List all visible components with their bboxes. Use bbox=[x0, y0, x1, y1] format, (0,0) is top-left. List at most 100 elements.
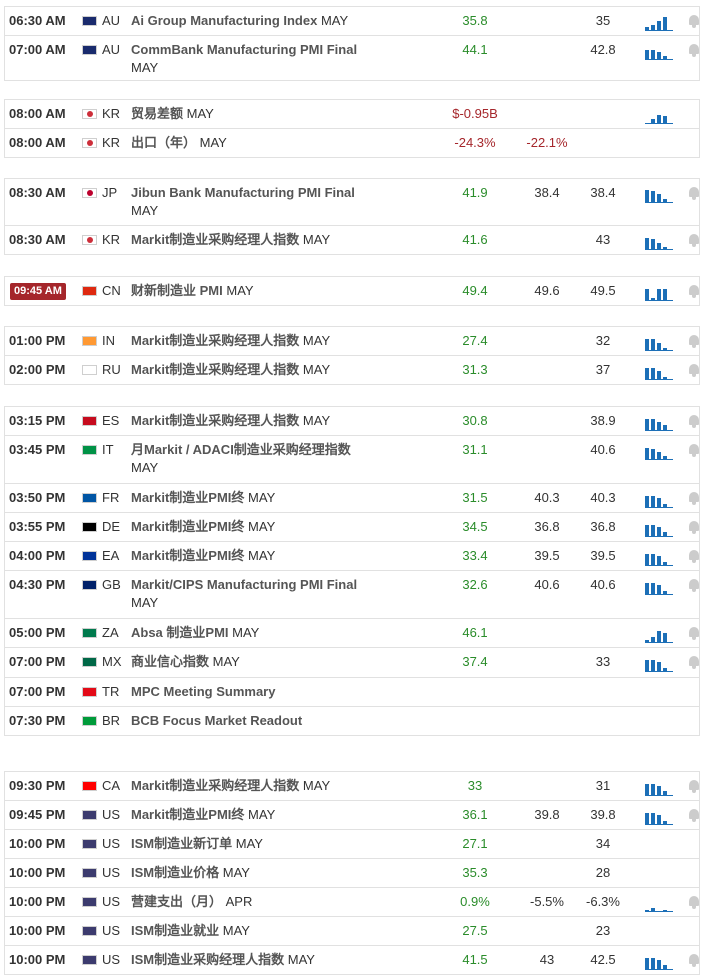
bell-icon[interactable] bbox=[688, 520, 700, 534]
bell-icon[interactable] bbox=[688, 655, 700, 669]
table-row[interactable]: 04:00 PM EA Markit制造业PMI终 MAY 33.4 39.5 39.5 bbox=[5, 541, 699, 570]
table-row[interactable]: 07:30 PM BR BCB Focus Market Readout bbox=[5, 706, 699, 735]
history-chart-icon[interactable] bbox=[645, 492, 673, 508]
table-row[interactable]: 08:00 AM KR 贸易差额 MAY $-0.95B bbox=[5, 99, 699, 128]
table-row[interactable]: 03:45 PM IT 月Markit / ADACI制造业采购经理指数 MAY 31… bbox=[5, 435, 699, 483]
event-name[interactable]: BCB Focus Market Readout bbox=[131, 712, 366, 730]
bell-icon[interactable] bbox=[688, 414, 700, 428]
event-title[interactable]: 商业信心指数 bbox=[131, 654, 209, 669]
event-name[interactable]: 月Markit / ADACI制造业采购经理指数 MAY bbox=[131, 441, 366, 477]
event-name[interactable]: Markit制造业采购经理人指数 MAY bbox=[131, 332, 366, 350]
event-title[interactable]: Markit制造业采购经理人指数 bbox=[131, 362, 299, 377]
event-name[interactable]: ISM制造业就业 MAY bbox=[131, 922, 366, 940]
event-title[interactable]: ISM制造业价格 bbox=[131, 865, 219, 880]
event-name[interactable]: ISM制造业新订单 MAY bbox=[131, 835, 366, 853]
event-name[interactable]: Absa 制造业PMI MAY bbox=[131, 624, 366, 642]
table-row[interactable]: 10:00 PM US ISM制造业就业 MAY 27.5 23 bbox=[5, 916, 699, 945]
table-row[interactable]: 07:00 PM TR MPC Meeting Summary bbox=[5, 677, 699, 706]
bell-icon[interactable] bbox=[688, 43, 700, 57]
history-chart-icon[interactable] bbox=[645, 954, 673, 970]
table-row[interactable]: 09:30 PM CA Markit制造业采购经理人指数 MAY 33 31 bbox=[5, 771, 699, 800]
table-row[interactable]: 10:00 PM US ISM制造业采购经理人指数 MAY 41.5 43 42.5 bbox=[5, 945, 699, 974]
event-title[interactable]: 财新制造业 PMI bbox=[131, 283, 223, 298]
bell-icon[interactable] bbox=[688, 779, 700, 793]
event-title[interactable]: Markit制造业采购经理人指数 bbox=[131, 413, 299, 428]
event-title[interactable]: Jibun Bank Manufacturing PMI Final bbox=[131, 185, 355, 200]
table-row[interactable]: 07:00 PM MX 商业信心指数 MAY 37.4 33 bbox=[5, 647, 699, 677]
event-name[interactable]: Markit制造业PMI终 MAY bbox=[131, 489, 366, 507]
history-chart-icon[interactable] bbox=[645, 108, 673, 124]
history-chart-icon[interactable] bbox=[645, 656, 673, 672]
history-chart-icon[interactable] bbox=[645, 896, 673, 912]
bell-icon[interactable] bbox=[688, 808, 700, 822]
bell-icon[interactable] bbox=[688, 578, 700, 592]
event-title[interactable]: Markit/CIPS Manufacturing PMI Final bbox=[131, 577, 357, 592]
table-row[interactable]: 04:30 PM GB Markit/CIPS Manufacturing PMI … bbox=[5, 570, 699, 618]
event-name[interactable]: 营建支出（月） APR bbox=[131, 893, 366, 911]
event-name[interactable]: Markit制造业采购经理人指数 MAY bbox=[131, 412, 366, 430]
event-name[interactable]: CommBank Manufacturing PMI Final MAY bbox=[131, 41, 366, 77]
table-row[interactable]: 01:00 PM IN Markit制造业采购经理人指数 MAY 27.4 32 bbox=[5, 326, 699, 355]
table-row[interactable]: 10:00 PM US 营建支出（月） APR 0.9% -5.5% -6.3% bbox=[5, 887, 699, 916]
event-name[interactable]: 财新制造业 PMI MAY bbox=[131, 282, 366, 300]
event-name[interactable]: 商业信心指数 MAY bbox=[131, 653, 366, 671]
history-chart-icon[interactable] bbox=[645, 627, 673, 643]
bell-icon[interactable] bbox=[688, 334, 700, 348]
event-title[interactable]: ISM制造业采购经理人指数 bbox=[131, 952, 284, 967]
event-title[interactable]: CommBank Manufacturing PMI Final bbox=[131, 42, 357, 57]
history-chart-icon[interactable] bbox=[645, 780, 673, 796]
event-title[interactable]: Markit制造业采购经理人指数 bbox=[131, 333, 299, 348]
table-row[interactable]: 05:00 PM ZA Absa 制造业PMI MAY 46.1 bbox=[5, 618, 699, 647]
history-chart-icon[interactable] bbox=[645, 444, 673, 460]
event-title[interactable]: Markit制造业PMI终 bbox=[131, 807, 244, 822]
history-chart-icon[interactable] bbox=[645, 550, 673, 566]
table-row[interactable]: 06:30 AM AU Ai Group Manufacturing Index M… bbox=[5, 6, 699, 35]
bell-icon[interactable] bbox=[688, 186, 700, 200]
event-title[interactable]: Markit制造业PMI终 bbox=[131, 490, 244, 505]
table-row[interactable]: 08:30 AM JP Jibun Bank Manufacturing PMI F… bbox=[5, 178, 699, 225]
history-chart-icon[interactable] bbox=[645, 44, 673, 60]
event-name[interactable]: 贸易差额 MAY bbox=[131, 105, 366, 123]
event-name[interactable]: Markit/CIPS Manufacturing PMI Final MAY bbox=[131, 576, 366, 612]
table-row[interactable]: 10:00 PM US ISM制造业新订单 MAY 27.1 34 bbox=[5, 829, 699, 858]
history-chart-icon[interactable] bbox=[645, 364, 673, 380]
table-row[interactable]: 07:00 AM AU CommBank Manufacturing PMI Fin… bbox=[5, 35, 699, 80]
history-chart-icon[interactable] bbox=[645, 415, 673, 431]
event-title[interactable]: ISM制造业新订单 bbox=[131, 836, 232, 851]
history-chart-icon[interactable] bbox=[645, 187, 673, 203]
bell-icon[interactable] bbox=[688, 626, 700, 640]
event-title[interactable]: Markit制造业PMI终 bbox=[131, 548, 244, 563]
history-chart-icon[interactable] bbox=[645, 285, 673, 301]
event-name[interactable]: ISM制造业价格 MAY bbox=[131, 864, 366, 882]
event-name[interactable]: Jibun Bank Manufacturing PMI Final MAY bbox=[131, 184, 366, 220]
history-chart-icon[interactable] bbox=[645, 521, 673, 537]
table-row[interactable]: 03:55 PM DE Markit制造业PMI终 MAY 34.5 36.8 36.8 bbox=[5, 512, 699, 541]
event-name[interactable]: Markit制造业PMI终 MAY bbox=[131, 806, 366, 824]
history-chart-icon[interactable] bbox=[645, 15, 673, 31]
event-name[interactable]: Markit制造业PMI终 MAY bbox=[131, 518, 366, 536]
event-title[interactable]: 营建支出（月） bbox=[131, 894, 222, 909]
table-row[interactable]: 09:45 AM CN 财新制造业 PMI MAY 49.4 49.6 49.5 bbox=[5, 276, 699, 305]
event-name[interactable]: Markit制造业采购经理人指数 MAY bbox=[131, 777, 366, 795]
event-title[interactable]: Markit制造业采购经理人指数 bbox=[131, 778, 299, 793]
event-name[interactable]: MPC Meeting Summary bbox=[131, 683, 366, 701]
event-name[interactable]: Markit制造业采购经理人指数 MAY bbox=[131, 231, 366, 249]
bell-icon[interactable] bbox=[688, 14, 700, 28]
event-title[interactable]: BCB Focus Market Readout bbox=[131, 713, 302, 728]
bell-icon[interactable] bbox=[688, 233, 700, 247]
history-chart-icon[interactable] bbox=[645, 234, 673, 250]
history-chart-icon[interactable] bbox=[645, 809, 673, 825]
history-chart-icon[interactable] bbox=[645, 335, 673, 351]
bell-icon[interactable] bbox=[688, 549, 700, 563]
table-row[interactable]: 08:00 AM KR 出口（年） MAY -24.3% -22.1% bbox=[5, 128, 699, 157]
event-name[interactable]: 出口（年） MAY bbox=[131, 134, 366, 152]
event-title[interactable]: 贸易差额 bbox=[131, 106, 183, 121]
event-title[interactable]: MPC Meeting Summary bbox=[131, 684, 275, 699]
table-row[interactable]: 03:50 PM FR Markit制造业PMI终 MAY 31.5 40.3 40.3 bbox=[5, 483, 699, 512]
event-name[interactable]: ISM制造业采购经理人指数 MAY bbox=[131, 951, 366, 969]
bell-icon[interactable] bbox=[688, 953, 700, 967]
table-row[interactable]: 09:45 PM US Markit制造业PMI终 MAY 36.1 39.8 39.8 bbox=[5, 800, 699, 829]
event-title[interactable]: ISM制造业就业 bbox=[131, 923, 219, 938]
table-row[interactable]: 03:15 PM ES Markit制造业采购经理人指数 MAY 30.8 38.9 bbox=[5, 406, 699, 435]
event-name[interactable]: Markit制造业采购经理人指数 MAY bbox=[131, 361, 366, 379]
